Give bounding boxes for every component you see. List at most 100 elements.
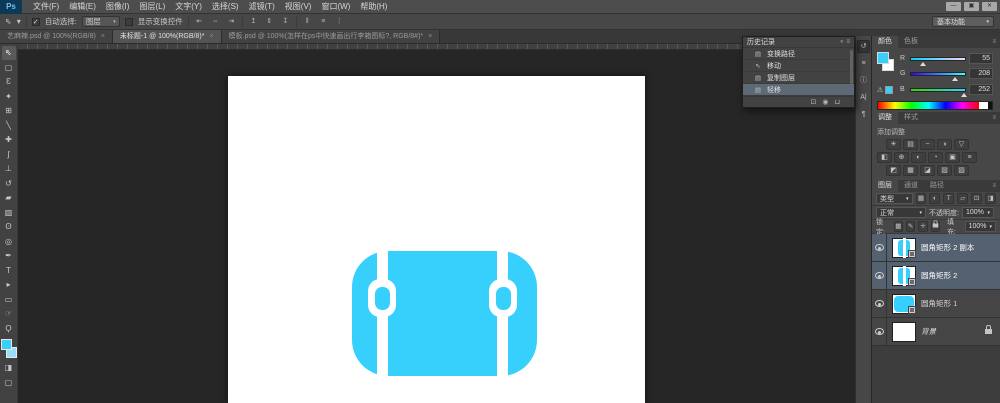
blue-slider[interactable] <box>910 88 966 92</box>
lock-transparency-icon[interactable]: ▦ <box>894 221 903 232</box>
tool-brush[interactable]: ʃ <box>2 148 16 162</box>
new-snapshot-icon[interactable]: ◉ <box>822 98 828 106</box>
paragraph-panel-icon[interactable]: ¶ <box>857 108 870 121</box>
lock-image-icon[interactable]: ✎ <box>906 221 915 232</box>
filter-toggle-icon[interactable]: ◨ <box>985 193 996 204</box>
fill-field[interactable]: 100% ▾ <box>965 221 996 232</box>
brightness-contrast-icon[interactable]: ☀ <box>886 139 901 150</box>
tool-zoom[interactable]: Ϙ <box>2 322 16 336</box>
filter-smart-objects-icon[interactable]: ⊡ <box>971 193 982 204</box>
posterize-icon[interactable]: ▦ <box>903 165 918 176</box>
info-panel-icon[interactable]: ⓘ <box>857 74 870 87</box>
visibility-eye-icon[interactable] <box>875 272 884 279</box>
panel-menu-icon[interactable]: ≡ <box>992 112 1000 124</box>
tool-preset-caret-icon[interactable]: ▾ <box>17 17 21 26</box>
tab-swatches[interactable]: 色板 <box>898 36 924 48</box>
distribute-vertical-icon[interactable]: ≡ <box>318 16 329 27</box>
character-panel-icon[interactable]: A| <box>857 91 870 104</box>
document-tab-1[interactable]: 艺麻辣.psd @ 100%(RGB/8) × <box>0 30 113 43</box>
show-transform-checkbox[interactable] <box>125 18 133 26</box>
tool-pen[interactable]: ✒ <box>2 249 16 263</box>
collapse-panel-icon[interactable]: « <box>840 39 843 45</box>
screen-mode-button[interactable]: ▢ <box>2 376 16 390</box>
tool-eraser[interactable]: ▰ <box>2 191 16 205</box>
filter-shape-layers-icon[interactable]: ▱ <box>957 193 968 204</box>
align-left-edges-icon[interactable]: ⇤ <box>194 16 205 27</box>
tool-quick-selection[interactable]: ✦ <box>2 90 16 104</box>
tab-paths[interactable]: 路径 <box>924 180 950 192</box>
quick-mask-button[interactable]: ◨ <box>2 361 16 375</box>
tab-adjustments[interactable]: 调整 <box>872 112 898 124</box>
visibility-eye-icon[interactable] <box>875 300 884 307</box>
align-right-edges-icon[interactable]: ⇥ <box>226 16 237 27</box>
tool-dodge[interactable]: ◎ <box>2 235 16 249</box>
layer-row-rounded-rect-2-copy[interactable]: 圆角矩形 2 副本 <box>872 234 1000 262</box>
color-spectrum-ramp[interactable] <box>877 101 993 110</box>
workspace-switcher[interactable]: 基本功能 ▾ <box>932 16 994 27</box>
selective-color-icon[interactable]: ▨ <box>954 165 969 176</box>
blue-value-field[interactable]: 252 <box>969 84 993 95</box>
layer-thumbnail[interactable] <box>892 294 916 314</box>
delete-state-icon[interactable]: ⊔ <box>835 98 840 106</box>
vibrance-icon[interactable]: ▽ <box>954 139 969 150</box>
warning-triangle-icon[interactable]: ⚠ <box>877 86 883 94</box>
gradient-map-icon[interactable]: ▧ <box>937 165 952 176</box>
auto-select-checkbox[interactable]: ✓ <box>32 18 40 26</box>
layer-thumbnail[interactable] <box>892 322 916 342</box>
menu-edit[interactable]: 编辑(E) <box>64 0 101 14</box>
curves-icon[interactable]: ~ <box>920 139 935 150</box>
menu-filter[interactable]: 滤镜(T) <box>244 0 280 14</box>
align-top-edges-icon[interactable]: ↥ <box>248 16 259 27</box>
layer-row-background[interactable]: 背景 <box>872 318 1000 346</box>
color-balance-icon[interactable]: ⊕ <box>894 152 909 163</box>
menu-file[interactable]: 文件(F) <box>28 0 64 14</box>
lock-position-icon[interactable]: ✛ <box>918 221 927 232</box>
tool-path-selection[interactable]: ▸ <box>2 278 16 292</box>
history-step-move[interactable]: ⇖ 移动 <box>743 60 854 72</box>
black-white-icon[interactable]: ◐ <box>911 152 926 163</box>
menu-help[interactable]: 帮助(H) <box>355 0 392 14</box>
layer-row-rounded-rect-1[interactable]: 圆角矩形 1 <box>872 290 1000 318</box>
channel-R-thumb[interactable] <box>920 62 926 66</box>
history-step-transform-path[interactable]: ▤ 变换路径 <box>743 48 854 60</box>
layer-thumbnail[interactable] <box>892 266 916 286</box>
menu-select[interactable]: 选择(S) <box>207 0 244 14</box>
red-value-field[interactable]: 55 <box>969 53 993 64</box>
black-chip[interactable] <box>988 102 992 109</box>
document-tab-3[interactable]: 模板.psd @ 100%(怎样在ps中快速画出行李箱图标?, RGB/8#)*… <box>222 30 441 43</box>
tool-rectangle-shape[interactable]: ▭ <box>2 293 16 307</box>
tool-crop[interactable]: ⊞ <box>2 104 16 118</box>
auto-select-dropdown[interactable]: 图层 ▾ <box>82 16 120 27</box>
close-icon[interactable]: × <box>428 30 432 44</box>
photo-filter-icon[interactable]: ◔ <box>928 152 943 163</box>
closest-web-color-swatch[interactable] <box>885 86 893 94</box>
document-tab-2-active[interactable]: 未标题-1 @ 100%(RGB/8)* × <box>113 30 222 43</box>
tool-history-brush[interactable]: ↺ <box>2 177 16 191</box>
menu-type[interactable]: 文字(Y) <box>170 0 207 14</box>
minimize-button[interactable]: — <box>946 2 961 11</box>
lock-all-icon[interactable] <box>931 221 940 232</box>
menu-image[interactable]: 图像(I) <box>101 0 135 14</box>
green-value-field[interactable]: 208 <box>969 68 993 79</box>
layer-row-rounded-rect-2[interactable]: 圆角矩形 2 <box>872 262 1000 290</box>
channel-B-thumb[interactable] <box>961 93 967 97</box>
panel-menu-icon[interactable]: ≡ <box>846 39 850 45</box>
close-icon[interactable]: × <box>101 30 105 44</box>
tab-color[interactable]: 颜色 <box>872 36 898 48</box>
tab-styles[interactable]: 样式 <box>898 112 924 124</box>
align-horizontal-centers-icon[interactable]: ⇔ <box>210 16 221 27</box>
history-step-nudge-selected[interactable]: ▤ 轻移 <box>743 84 854 96</box>
channel-G-thumb[interactable] <box>952 77 958 81</box>
align-bottom-edges-icon[interactable]: ↧ <box>280 16 291 27</box>
levels-icon[interactable]: ▤ <box>903 139 918 150</box>
canvas-document[interactable] <box>228 76 645 403</box>
panel-menu-icon[interactable]: ≡ <box>992 180 1000 192</box>
color-lookup-icon[interactable]: ≡ <box>962 152 977 163</box>
tool-type[interactable]: T <box>2 264 16 278</box>
hue-saturation-icon[interactable]: ◧ <box>877 152 892 163</box>
tool-hand[interactable]: ☞ <box>2 307 16 321</box>
close-button[interactable]: ✕ <box>982 2 997 11</box>
new-document-from-state-icon[interactable]: ⊡ <box>811 98 817 106</box>
close-icon[interactable]: × <box>209 30 213 44</box>
properties-panel-icon[interactable]: ≡ <box>857 57 870 70</box>
